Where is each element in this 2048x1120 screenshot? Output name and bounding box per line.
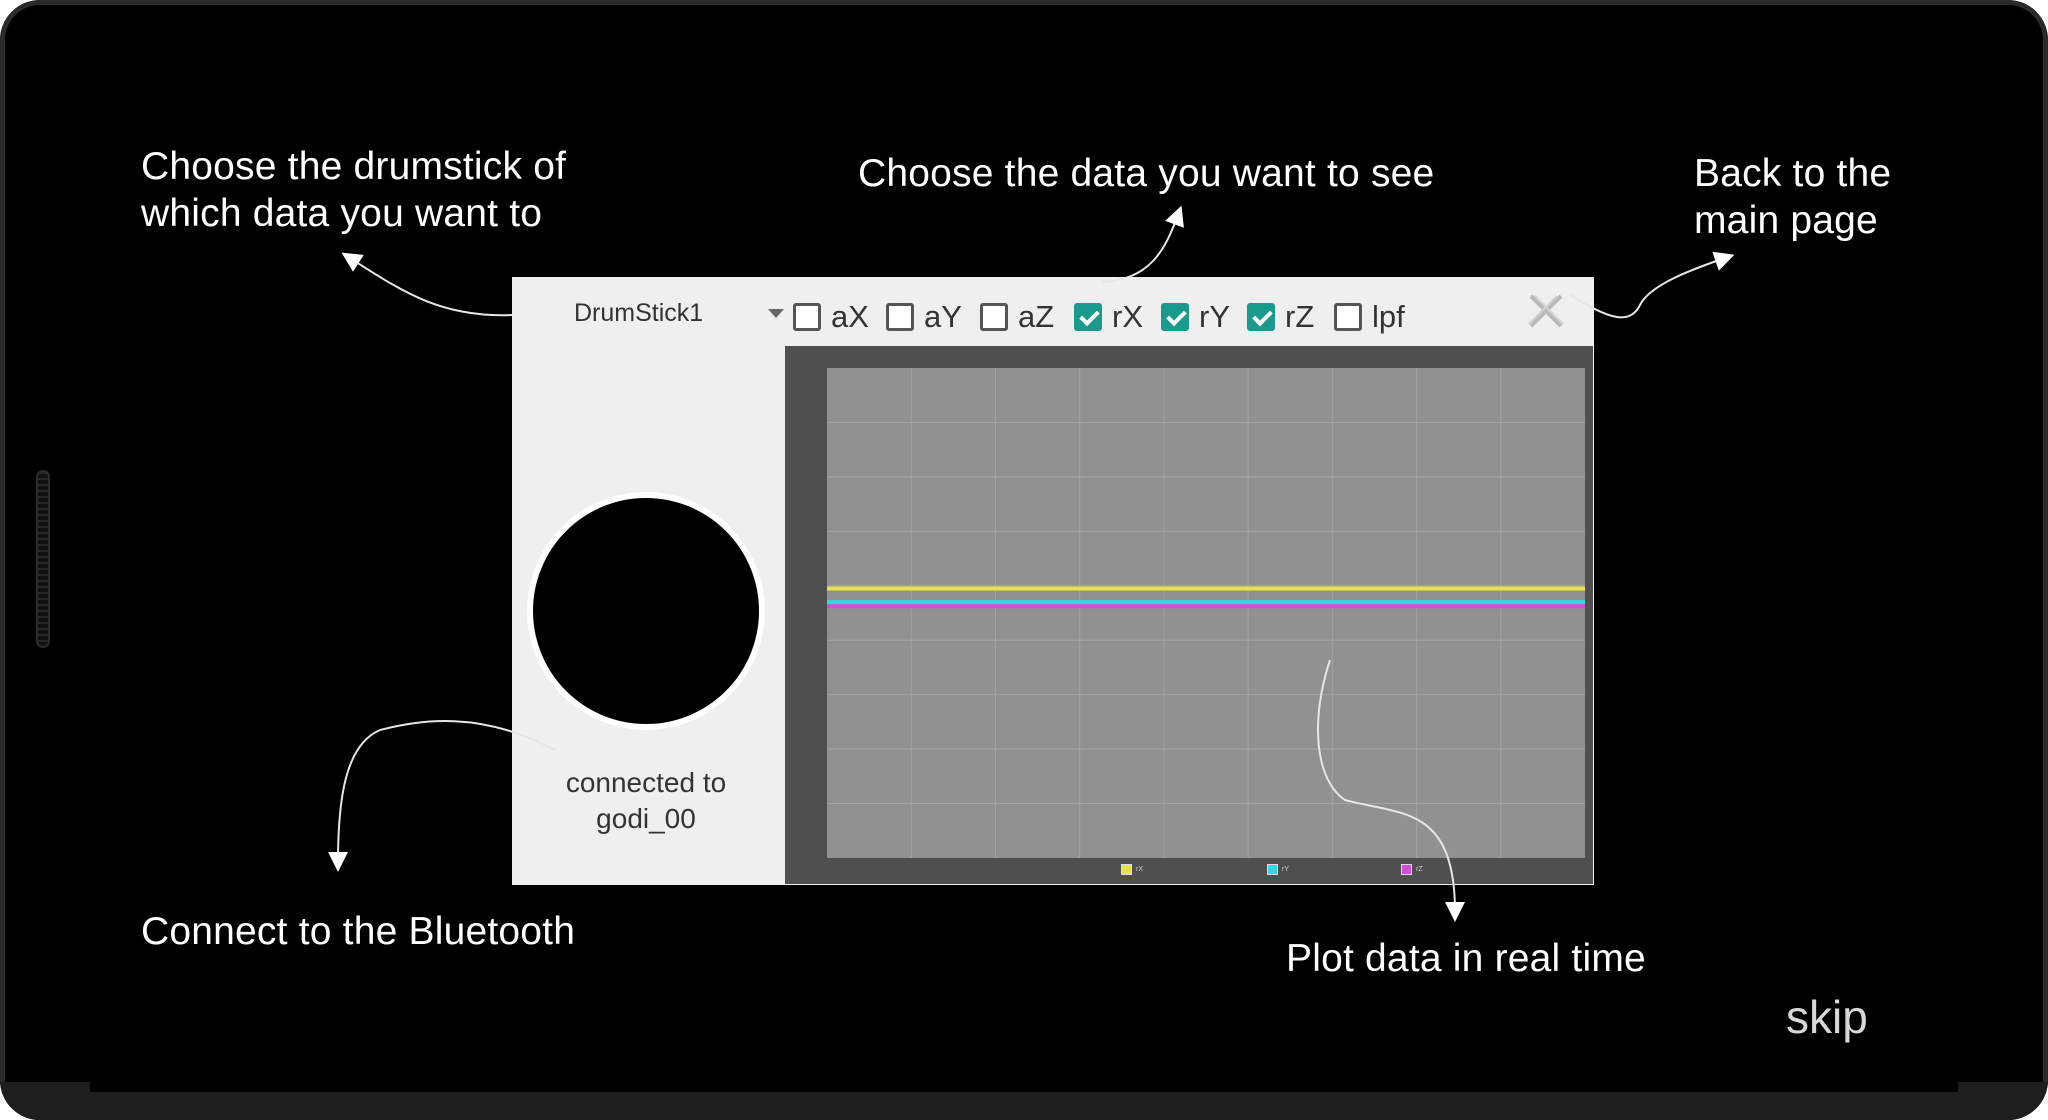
checkbox-ay-label: aY	[924, 299, 962, 334]
legend-swatch-ry	[1267, 864, 1278, 875]
legend-label-ry: rY	[1282, 866, 1289, 873]
legend-swatch-rz	[1401, 864, 1412, 875]
legend-swatch-rx	[1121, 864, 1132, 875]
legend-item-ry: rY	[1267, 864, 1289, 875]
legend-item-rz: rZ	[1401, 864, 1423, 875]
checkbox-rz[interactable]: rZ	[1247, 297, 1314, 337]
legend-label-rx: rX	[1136, 866, 1143, 873]
checkbox-ry[interactable]: rY	[1161, 297, 1230, 337]
plot-series	[827, 586, 1585, 609]
close-icon	[1528, 294, 1564, 328]
checkbox-lpf-label: lpf	[1372, 299, 1405, 334]
connection-status: connected to godi_00	[565, 767, 727, 834]
annotation-data-select: Choose the data you want to see	[858, 152, 1435, 195]
checkbox-az-label: aZ	[1018, 299, 1055, 334]
checkbox-rx-label: rX	[1112, 299, 1143, 334]
device-bottom-bezel	[0, 1082, 2048, 1120]
checkbox-rz-label: rZ	[1285, 299, 1315, 334]
annotation-back: Back to the main page	[1694, 152, 1892, 242]
plot-grid	[827, 368, 1585, 858]
realtime-plot: rX rY rZ	[785, 346, 1593, 884]
plot-area	[827, 368, 1585, 858]
app-screenshot-window: DrumStick1 aX aY aZ rX rY rZ lpf connect…	[512, 277, 1594, 885]
checkbox-ax-label: aX	[831, 299, 869, 334]
checkbox-lpf[interactable]: lpf	[1334, 297, 1405, 337]
checkbox-az[interactable]: aZ	[980, 297, 1054, 337]
arrow-drumstick	[341, 252, 513, 317]
drumstick-dropdown[interactable]: DrumStick1	[524, 291, 784, 335]
tutorial-overlay-screen: Choose the drumstick of which data you w…	[0, 0, 2048, 1120]
device-bottom-bezel-inner	[90, 1082, 1958, 1092]
checkbox-rz-box	[1247, 303, 1275, 331]
annotation-drumstick: Choose the drumstick of which data you w…	[141, 145, 567, 235]
legend-item-rx: rX	[1121, 864, 1143, 875]
bluetooth-connect-button[interactable]	[527, 492, 765, 730]
device-side-button	[36, 470, 50, 648]
chevron-down-icon	[768, 309, 784, 318]
drumstick-dropdown-value: DrumStick1	[574, 299, 704, 327]
checkbox-rx[interactable]: rX	[1074, 297, 1143, 337]
skip-button[interactable]: skip	[1786, 990, 1868, 1044]
close-button[interactable]	[1526, 291, 1566, 331]
legend-label-rz: rZ	[1416, 866, 1423, 873]
checkbox-lpf-box	[1334, 303, 1362, 331]
checkbox-az-box	[980, 303, 1008, 331]
checkbox-ay[interactable]: aY	[886, 297, 962, 337]
checkbox-rx-box	[1074, 303, 1102, 331]
checkbox-ay-box	[886, 303, 914, 331]
checkbox-ax[interactable]: aX	[793, 297, 869, 337]
arrow-data-select	[1101, 205, 1184, 283]
plot-canvas	[827, 368, 1585, 858]
annotation-plot: Plot data in real time	[1286, 937, 1646, 980]
checkbox-ax-box	[793, 303, 821, 331]
checkbox-ry-label: rY	[1199, 299, 1230, 334]
checkbox-ry-box	[1161, 303, 1189, 331]
annotation-bluetooth: Connect to the Bluetooth	[141, 910, 576, 953]
